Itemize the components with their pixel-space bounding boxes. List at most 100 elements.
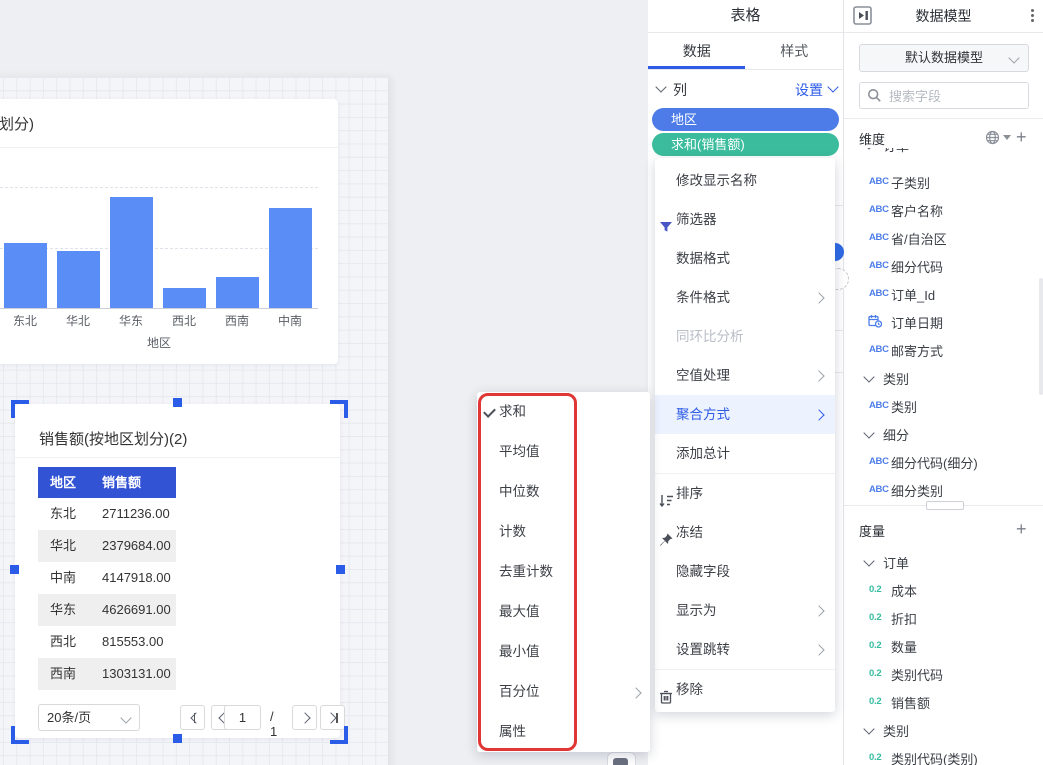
dimensions-header: 维度 + xyxy=(859,129,1043,149)
column-section-header: 列 设置 xyxy=(648,70,843,106)
page-number-input[interactable] xyxy=(224,705,261,730)
x-tick-label: 中南 xyxy=(264,312,316,329)
table-card[interactable]: 销售额(按地区划分)(2) 地区 销售额 东北 2711236.00 华北 23… xyxy=(15,404,340,738)
field-group-row[interactable]: 类别 xyxy=(844,363,1043,391)
string-type-icon: ABC xyxy=(869,204,889,215)
data-model-panel: 数据模型 默认数据模型 维度 + 订单 ABC子 xyxy=(843,0,1043,765)
section-resize-handle[interactable] xyxy=(926,501,964,510)
field-row[interactable]: 订单日期 xyxy=(844,307,1043,335)
field-row[interactable]: ABC细分代码 xyxy=(844,251,1043,279)
selection-corner-handle[interactable] xyxy=(330,726,348,744)
x-tick-label: 华东 xyxy=(105,312,157,329)
more-options-icon[interactable] xyxy=(1031,9,1034,24)
next-page-button[interactable] xyxy=(292,705,317,730)
field-group-row[interactable]: 订单 xyxy=(844,148,1043,158)
menu-item-hide-field[interactable]: 隐藏字段 xyxy=(655,552,835,591)
selection-corner-handle[interactable] xyxy=(11,726,29,744)
selection-edge-handle[interactable] xyxy=(173,398,182,407)
dimensions-label: 维度 xyxy=(859,132,885,147)
first-page-button[interactable] xyxy=(180,705,205,730)
search-input[interactable] xyxy=(887,84,1026,109)
field-row[interactable]: ABC省/自治区 xyxy=(844,223,1043,251)
x-tick-label: 华北 xyxy=(52,312,104,329)
field-row[interactable]: ABC客户名称 xyxy=(844,195,1043,223)
tab-data[interactable]: 数据 xyxy=(648,33,746,69)
column-header[interactable]: 销售额 xyxy=(90,467,176,498)
chart-bar[interactable] xyxy=(4,243,47,308)
add-dimension-icon[interactable]: + xyxy=(1016,130,1027,144)
field-pill-region[interactable]: 地区 xyxy=(652,108,839,131)
selection-edge-handle[interactable] xyxy=(10,565,19,574)
menu-item-conditional-format[interactable]: 条件格式 xyxy=(655,278,835,317)
field-row[interactable]: 0.2销售额 xyxy=(844,687,1043,715)
menu-item-add-total[interactable]: 添加总计 xyxy=(655,434,835,473)
string-type-icon: ABC xyxy=(869,344,889,355)
field-row[interactable]: ABC邮寄方式 xyxy=(844,335,1043,363)
red-annotation-box xyxy=(478,393,577,751)
chevron-right-icon xyxy=(813,644,824,655)
field-row[interactable]: ABC细分代码(细分) xyxy=(844,447,1043,475)
menu-item-filter[interactable]: 筛选器 xyxy=(655,200,835,239)
column-header[interactable]: 地区 xyxy=(38,467,90,498)
canvas-mini-widget[interactable] xyxy=(607,752,636,765)
search-icon xyxy=(867,88,882,108)
cell-region: 西南 xyxy=(38,658,90,690)
menu-item-aggregation[interactable]: 聚合方式 xyxy=(655,395,835,434)
field-row[interactable]: 0.2成本 xyxy=(844,575,1043,603)
field-pill-sum-sales[interactable]: 求和(销售额) xyxy=(652,133,839,156)
chart-bar[interactable] xyxy=(163,288,206,308)
selection-edge-handle[interactable] xyxy=(173,734,182,743)
page-size-select[interactable]: 20条/页 xyxy=(38,704,140,731)
menu-item-period-comparison: 同环比分析 xyxy=(655,317,835,356)
chevron-down-icon xyxy=(1008,52,1019,63)
chart-bar[interactable] xyxy=(110,197,153,308)
menu-item-sort[interactable]: 排序 xyxy=(655,474,835,513)
menu-item-data-format[interactable]: 数据格式 xyxy=(655,239,835,278)
collapse-chevron-icon[interactable] xyxy=(655,81,666,92)
model-select[interactable]: 默认数据模型 xyxy=(859,44,1029,72)
menu-item-set-jump[interactable]: 设置跳转 xyxy=(655,630,835,669)
selection-edge-handle[interactable] xyxy=(336,565,345,574)
string-type-icon: ABC xyxy=(869,484,889,495)
string-type-icon: ABC xyxy=(869,232,889,243)
selection-corner-handle[interactable] xyxy=(330,400,348,418)
field-row[interactable]: 0.2数量 xyxy=(844,631,1043,659)
menu-item-freeze[interactable]: 冻结 xyxy=(655,513,835,552)
field-row[interactable]: 0.2折扣 xyxy=(844,603,1043,631)
date-type-icon xyxy=(868,314,882,331)
settings-link[interactable]: 设置 xyxy=(795,80,823,100)
chart-bar[interactable] xyxy=(57,251,100,308)
cell-sales: 815553.00 xyxy=(90,626,176,658)
field-row[interactable]: 0.2类别代码 xyxy=(844,659,1043,687)
field-row[interactable]: ABC订单_Id xyxy=(844,279,1043,307)
field-group-row[interactable]: 细分 xyxy=(844,419,1043,447)
chart-bar[interactable] xyxy=(269,208,312,308)
field-row[interactable]: 0.2类别代码(类别) xyxy=(844,743,1043,765)
menu-item-null-handling[interactable]: 空值处理 xyxy=(655,356,835,395)
caret-down-icon[interactable] xyxy=(1003,135,1011,140)
field-group-row[interactable]: 类别 xyxy=(844,715,1043,743)
field-group-row[interactable]: 订单 xyxy=(844,547,1043,575)
menu-item-show-as[interactable]: 显示为 xyxy=(655,591,835,630)
field-row[interactable]: ABC细分类别 xyxy=(844,475,1043,503)
selection-corner-handle[interactable] xyxy=(11,400,29,418)
tab-style[interactable]: 样式 xyxy=(746,33,844,69)
chevron-right-icon xyxy=(813,605,824,616)
menu-item-rename[interactable]: 修改显示名称 xyxy=(655,161,835,200)
scrollbar-thumb[interactable] xyxy=(1039,278,1043,395)
pin-icon xyxy=(658,524,674,540)
field-row[interactable]: ABC子类别 xyxy=(844,167,1043,195)
cell-sales: 4147918.00 xyxy=(90,562,176,594)
table-card-title: 销售额(按地区划分)(2) xyxy=(39,428,187,449)
chart-bar[interactable] xyxy=(216,277,259,308)
cell-region: 东北 xyxy=(38,498,90,530)
page-total: / 1 xyxy=(270,709,277,739)
bar-chart-card[interactable]: 销售额(按地区划分) 东北 华北 华东 西北 西南 中南 地区 xyxy=(0,99,338,364)
menu-item-remove[interactable]: 移除 xyxy=(655,670,835,709)
chevron-right-icon xyxy=(813,409,824,420)
settings-chevron-icon[interactable] xyxy=(827,81,838,92)
table-row: 中南 4147918.00 xyxy=(38,562,176,594)
globe-icon[interactable] xyxy=(985,130,1000,150)
add-measure-icon[interactable]: + xyxy=(1016,522,1027,536)
field-row[interactable]: ABC类别 xyxy=(844,391,1043,419)
